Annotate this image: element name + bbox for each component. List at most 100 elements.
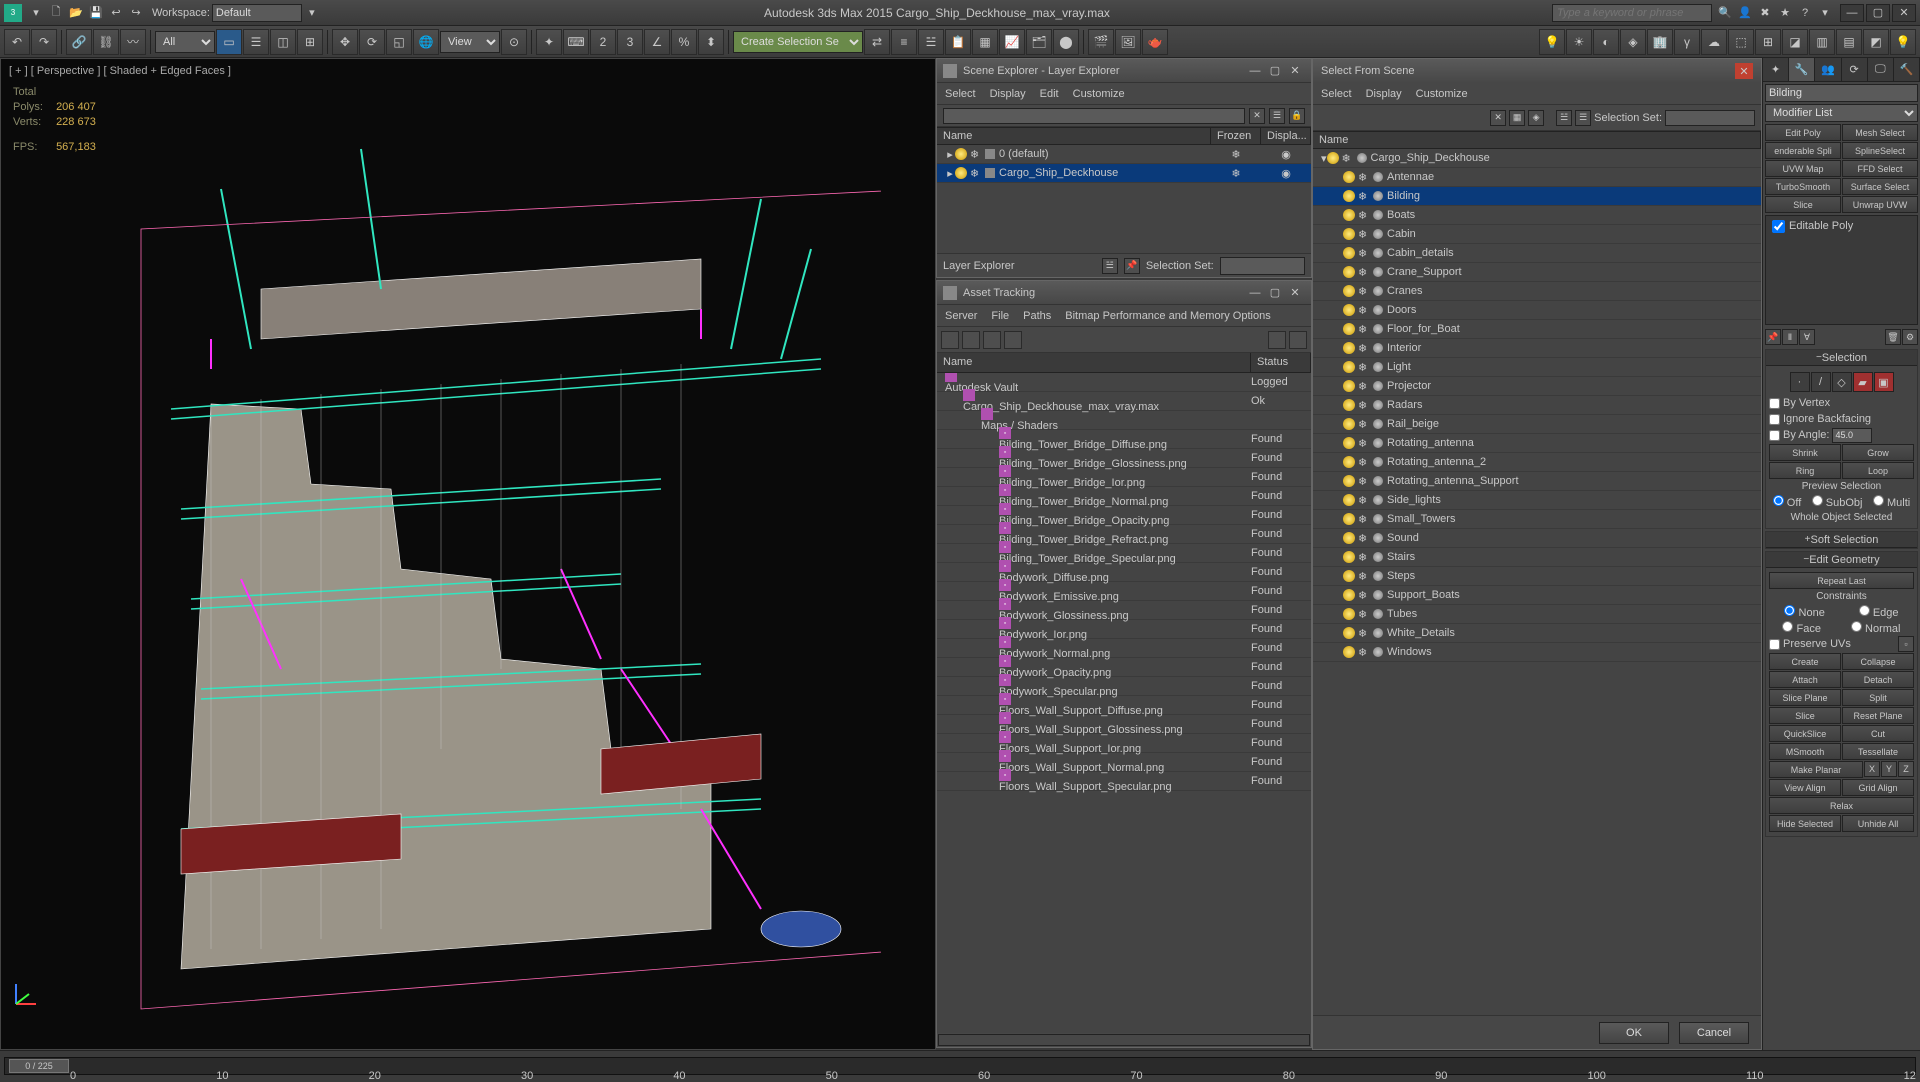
modifier-preset-button[interactable]: TurboSmooth [1765,178,1841,195]
se-clear-icon[interactable]: ✕ [1249,108,1265,124]
search-icon[interactable]: 🔍 [1716,4,1734,22]
sfs-item-row[interactable]: ❄Cabin_details [1313,244,1761,263]
at-menu-file[interactable]: File [991,310,1009,322]
freeze-icon[interactable]: ❄ [1358,570,1370,582]
relax-button[interactable]: Relax [1769,797,1914,814]
ring-button[interactable]: Ring [1769,462,1841,479]
render-setup-icon[interactable]: 🎬 [1088,29,1114,55]
workspace-select[interactable] [212,4,302,22]
tool5-icon[interactable]: ▤ [1836,29,1862,55]
frozen-toggle[interactable]: ❄ [1211,167,1261,180]
visibility-icon[interactable] [1343,589,1355,601]
material-editor-icon[interactable]: ⬤ [1053,29,1079,55]
tab-create-icon[interactable]: ✦ [1763,58,1789,81]
visibility-icon[interactable] [1343,494,1355,506]
sfs-item-row[interactable]: ❄Bilding [1313,187,1761,206]
tab-modify-icon[interactable]: 🔧 [1789,58,1815,81]
tool1-icon[interactable]: ⬚ [1728,29,1754,55]
stack-item[interactable]: Editable Poly [1789,220,1853,232]
freeze-icon[interactable]: ❄ [1358,380,1370,392]
layer-row[interactable]: ▸❄Cargo_Ship_Deckhouse❄◉ [937,164,1311,183]
preview-off-radio[interactable] [1773,495,1784,506]
at-help-icon[interactable] [1289,331,1307,349]
subobj-border-icon[interactable]: ◇ [1832,372,1852,392]
modifier-preset-button[interactable]: enderable Spli [1765,142,1841,159]
constraint-face-radio[interactable] [1782,621,1793,632]
render-icon[interactable]: 🫖 [1142,29,1168,55]
named-selection-set-select[interactable]: Create Selection Se [733,31,863,53]
se-col-frozen[interactable]: Frozen [1211,128,1261,144]
visibility-icon[interactable] [1343,323,1355,335]
unhide-all-button[interactable]: Unhide All [1842,815,1914,832]
sfs-root-row[interactable]: ▾❄Cargo_Ship_Deckhouse [1313,149,1761,168]
sfs-item-row[interactable]: ❄Stairs [1313,548,1761,567]
bind-space-warp-icon[interactable]: 〰 [120,29,146,55]
at-close-icon[interactable]: ✕ [1285,285,1305,301]
hide-selected-button[interactable]: Hide Selected [1769,815,1841,832]
freeze-icon[interactable]: ❄ [1358,171,1370,183]
move-icon[interactable]: ✥ [332,29,358,55]
visibility-icon[interactable] [1327,152,1339,164]
modifier-preset-button[interactable]: Slice [1765,196,1841,213]
modifier-preset-button[interactable]: UVW Map [1765,160,1841,177]
modifier-preset-button[interactable]: SplineSelect [1842,142,1918,159]
ribbon-icon[interactable]: ▦ [972,29,998,55]
sfs-item-row[interactable]: ❄White_Details [1313,624,1761,643]
select-region-icon[interactable]: ◫ [270,29,296,55]
visibility-icon[interactable] [1343,646,1355,658]
visibility-icon[interactable] [1343,361,1355,373]
rollout-edit-geometry-header[interactable]: − Edit Geometry [1766,552,1917,568]
sfs-menu-customize[interactable]: Customize [1416,88,1468,100]
angle-spinner[interactable] [1832,428,1872,443]
visibility-icon[interactable] [1343,209,1355,221]
by-angle-checkbox[interactable] [1769,430,1780,441]
display-toggle[interactable]: ◉ [1261,148,1311,161]
freeze-icon[interactable]: ❄ [1358,190,1370,202]
favorite-icon[interactable]: ★ [1776,4,1794,22]
visibility-icon[interactable] [1343,304,1355,316]
freeze-icon[interactable]: ❄ [1358,399,1370,411]
freeze-icon[interactable]: ❄ [1358,304,1370,316]
at-list-icon[interactable] [983,331,1001,349]
sfs-list-icon[interactable]: ☰ [1575,110,1591,126]
visibility-icon[interactable] [1343,513,1355,525]
at-menu-bitmap[interactable]: Bitmap Performance and Memory Options [1065,310,1270,322]
visibility-icon[interactable] [1343,399,1355,411]
se-menu-customize[interactable]: Customize [1073,88,1125,100]
at-options-icon[interactable] [1268,331,1286,349]
freeze-icon[interactable]: ❄ [1342,152,1354,164]
sfs-item-row[interactable]: ❄Projector [1313,377,1761,396]
visibility-icon[interactable] [1343,418,1355,430]
freeze-icon[interactable]: ❄ [1358,285,1370,297]
freeze-icon[interactable]: ❄ [1358,247,1370,259]
constraint-none-radio[interactable] [1784,605,1795,616]
tab-motion-icon[interactable]: ⟳ [1842,58,1868,81]
attach-button[interactable]: Attach [1769,671,1841,688]
light-icon[interactable]: 💡 [1539,29,1565,55]
schematic-view-icon[interactable]: 🗂 [1026,29,1052,55]
visibility-icon[interactable] [1343,475,1355,487]
repeat-last-button[interactable]: Repeat Last [1769,572,1914,589]
display-toggle[interactable]: ◉ [1261,167,1311,180]
lightbulb-icon[interactable]: 💡 [1890,29,1916,55]
unique-icon[interactable]: ∀ [1799,329,1815,345]
workspace-dropdown-icon[interactable]: ▾ [303,4,321,22]
tool2-icon[interactable]: ⊞ [1755,29,1781,55]
close-button[interactable]: ✕ [1892,4,1916,22]
detach-button[interactable]: Detach [1842,671,1914,688]
window-crossing-icon[interactable]: ⊞ [297,29,323,55]
grow-button[interactable]: Grow [1842,444,1914,461]
spinner-snap-icon[interactable]: ⬍ [698,29,724,55]
visibility-icon[interactable] [1343,627,1355,639]
freeze-icon[interactable]: ❄ [1358,266,1370,278]
subobj-edge-icon[interactable]: / [1811,372,1831,392]
stack-item-checkbox[interactable] [1772,220,1785,233]
visibility-icon[interactable] [1343,380,1355,392]
raytrace-icon[interactable]: ◈ [1620,29,1646,55]
freeze-icon[interactable]: ❄ [1358,418,1370,430]
se-selection-set-input[interactable] [1220,257,1305,275]
visibility-icon[interactable] [1343,171,1355,183]
ref-coord-icon[interactable]: 🌐 [413,29,439,55]
visibility-icon[interactable] [1343,608,1355,620]
panel-maximize-icon[interactable]: ▢ [1265,63,1285,79]
